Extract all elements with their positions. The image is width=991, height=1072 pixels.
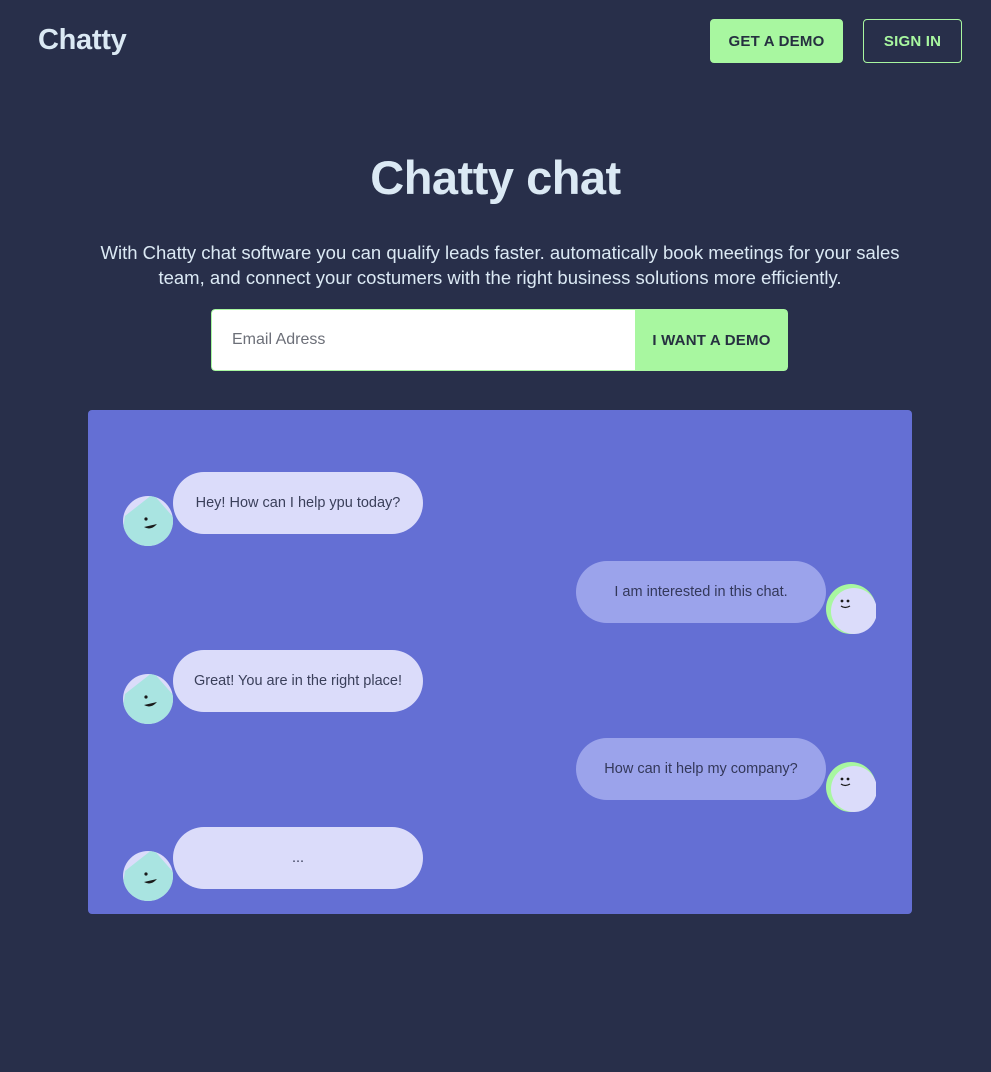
bot-avatar-icon [123,496,173,546]
i-want-a-demo-button[interactable]: I WANT A DEMO [635,309,788,371]
hero-subtitle-line-1: With Chatty chat software you can qualif… [100,242,900,263]
chat-panel: Hey! How can I help ypu today? I am inte… [88,410,912,914]
chat-bubble-user: How can it help my company? [576,738,826,800]
chat-bubble-user: I am interested in this chat. [576,561,826,623]
hero-subtitle-line-2: team, and connect your costumers with th… [158,267,842,288]
bot-avatar-icon [123,851,173,901]
bot-avatar-icon [123,674,173,724]
chat-bubble-bot: Great! You are in the right place! [173,650,423,712]
hero-subtitle: With Chatty chat software you can qualif… [100,240,900,290]
hero-title: Chatty chat [370,151,621,204]
chat-bubble-bot: ... [173,827,423,889]
chat-bubble-bot: Hey! How can I help ypu today? [173,472,423,534]
user-avatar-icon [826,762,877,812]
get-a-demo-button[interactable]: GET A DEMO [710,19,843,63]
email-input[interactable] [211,309,635,371]
logo[interactable]: Chatty [38,24,127,57]
sign-in-button[interactable]: SIGN IN [863,19,962,63]
user-avatar-icon [826,584,877,634]
demo-form: I WANT A DEMO [211,309,788,371]
